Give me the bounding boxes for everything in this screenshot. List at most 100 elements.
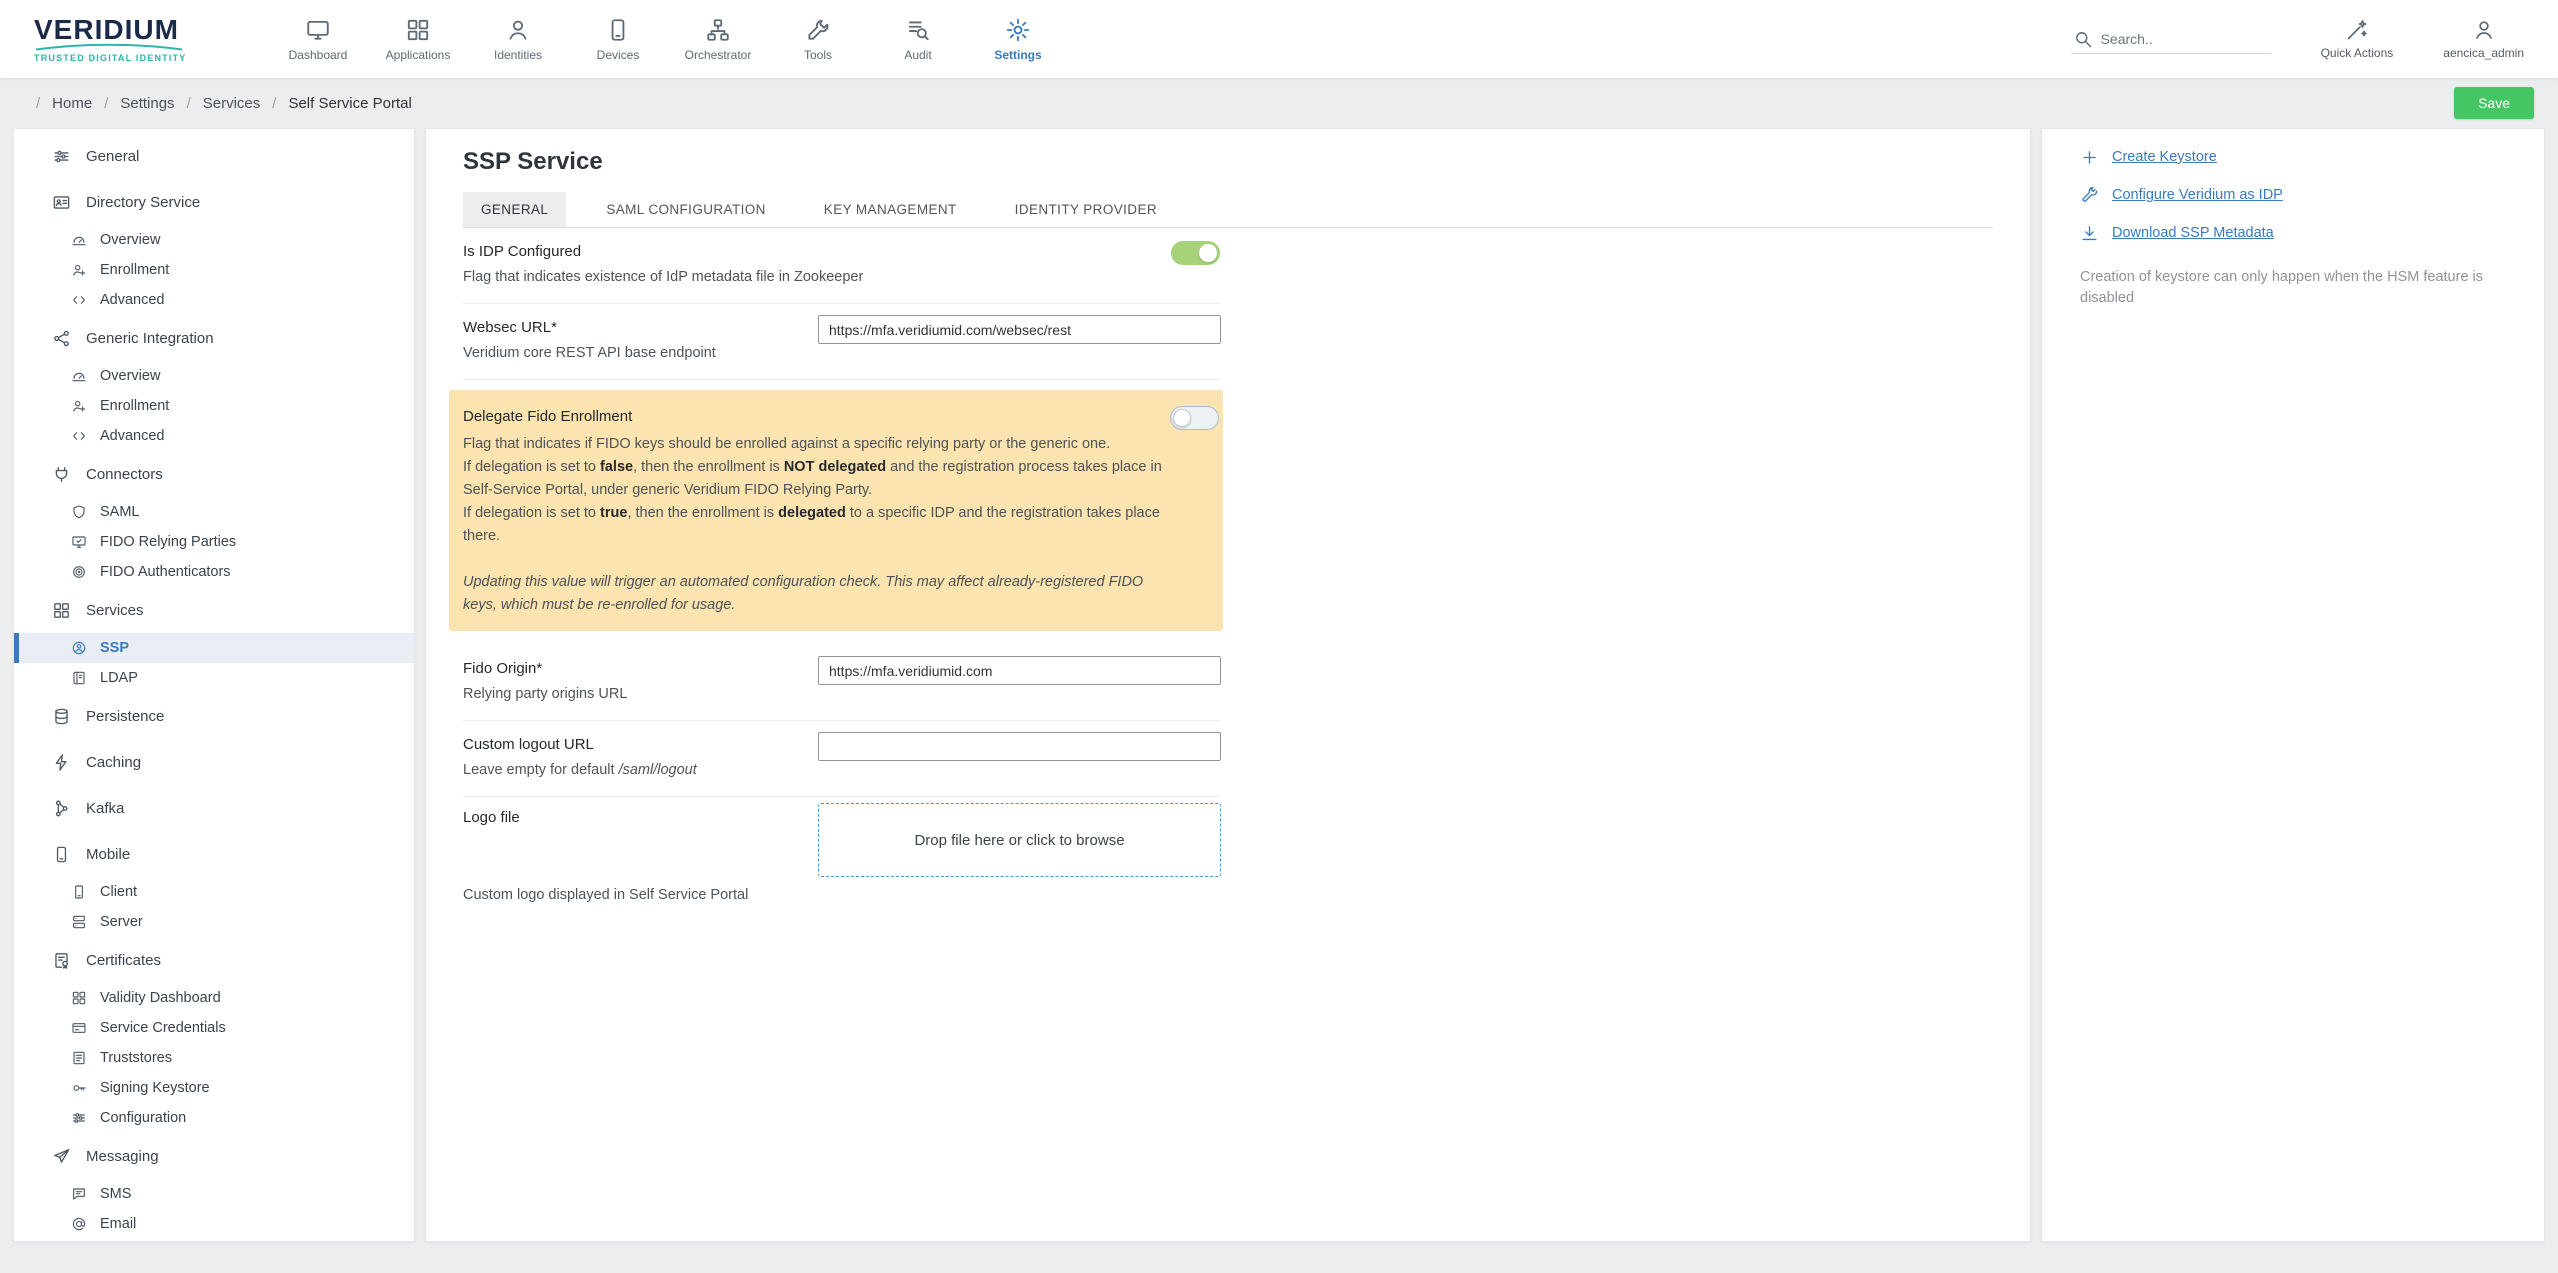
custom-logout-url-input[interactable]	[818, 732, 1221, 761]
tools-icon	[805, 17, 831, 43]
sidebar-item-fido-authenticators[interactable]: FIDO Authenticators	[14, 557, 414, 587]
quick-actions-button[interactable]: Quick Actions	[2321, 18, 2394, 60]
user-menu[interactable]: aencica_admin	[2443, 18, 2524, 60]
breadcrumb-link[interactable]: Self Service Portal	[288, 95, 411, 112]
sidebar-item-overview[interactable]: Overview	[14, 361, 414, 391]
save-button[interactable]: Save	[2454, 87, 2534, 119]
advanced-icon	[71, 292, 87, 308]
ldap-icon	[71, 670, 87, 686]
search-input[interactable]	[2101, 31, 2261, 47]
sidebar-item-client[interactable]: Client	[14, 877, 414, 907]
persistence-icon	[52, 707, 71, 726]
action-link-configure-veridium-as-idp[interactable]: Configure Veridium as IDP	[2080, 183, 2506, 207]
sidebar-item-kafka[interactable]: Kafka	[14, 785, 414, 831]
tab-key-management[interactable]: KEY MANAGEMENT	[806, 192, 975, 227]
nav-item-audit[interactable]: Audit	[868, 0, 968, 78]
field-custom-logout-url: Custom logout URL Leave empty for defaul…	[463, 721, 1221, 797]
field-description: Relying party origins URL	[463, 686, 1221, 703]
sidebar-item-persistence[interactable]: Persistence	[14, 693, 414, 739]
advanced-icon	[71, 428, 87, 444]
crumb-home: / Home	[24, 95, 92, 112]
is-idp-configured-toggle[interactable]	[1171, 241, 1220, 265]
nav-item-devices[interactable]: Devices	[568, 0, 668, 78]
tab-saml-configuration[interactable]: SAML CONFIGURATION	[588, 192, 783, 227]
crumb-self-service-portal: / Self Service Portal	[260, 95, 412, 112]
ssp-general-form: Is IDP Configured Flag that indicates ex…	[463, 228, 1221, 913]
breadcrumb: / Home / Settings / Services / Self Serv…	[24, 95, 412, 112]
keystore-note: Creation of keystore can only happen whe…	[2080, 267, 2506, 309]
breadcrumb-link[interactable]: Home	[52, 95, 92, 112]
sidebar-item-truststores[interactable]: Truststores	[14, 1043, 414, 1073]
breadcrumb-separator: /	[104, 95, 108, 112]
breadcrumb-link[interactable]: Services	[203, 95, 261, 112]
sidebar-item-advanced[interactable]: Advanced	[14, 285, 414, 315]
sidebar-item-mobile[interactable]: Mobile	[14, 831, 414, 877]
server-icon	[71, 914, 87, 930]
sidebar-item-ldap[interactable]: LDAP	[14, 663, 414, 693]
user-icon	[2472, 18, 2496, 42]
sidebar-item-overview[interactable]: Overview	[14, 225, 414, 255]
sidebar-item-configuration[interactable]: Configuration	[14, 1103, 414, 1133]
nav-item-identities[interactable]: Identities	[468, 0, 568, 78]
ssp-icon	[71, 640, 87, 656]
mobile-icon	[52, 845, 71, 864]
crumb-settings: / Settings	[92, 95, 174, 112]
sidebar-item-service-credentials[interactable]: Service Credentials	[14, 1013, 414, 1043]
sidebar-item-sms[interactable]: SMS	[14, 1179, 414, 1209]
field-is-idp-configured: Is IDP Configured Flag that indicates ex…	[463, 228, 1221, 304]
delegate-fido-enrollment-box: Delegate Fido Enrollment Flag that indic…	[449, 390, 1223, 631]
search-icon	[2073, 29, 2093, 49]
sidebar-item-ssp[interactable]: SSP	[14, 633, 414, 663]
sidebar-item-connectors[interactable]: Connectors	[14, 451, 414, 497]
field-description: Veridium core REST API base endpoint	[463, 345, 1221, 362]
veridium-logo[interactable]: VERIDIUM TRUSTED DIGITAL IDENTITY	[34, 16, 204, 63]
nav-item-settings[interactable]: Settings	[968, 0, 1068, 78]
sidebar-item-enrollment[interactable]: Enrollment	[14, 255, 414, 285]
sidebar-item-enrollment[interactable]: Enrollment	[14, 391, 414, 421]
websec-url-input[interactable]	[818, 315, 1221, 344]
sidebar-item-certificates[interactable]: Certificates	[14, 937, 414, 983]
quick-actions-label: Quick Actions	[2321, 46, 2394, 60]
field-websec-url: Websec URL* Veridium core REST API base …	[463, 304, 1221, 380]
sidebar-item-saml[interactable]: SAML	[14, 497, 414, 527]
actions-list: Create Keystore Configure Veridium as ID…	[2080, 145, 2506, 245]
breadcrumb-link[interactable]: Settings	[120, 95, 174, 112]
dashboard-icon	[305, 17, 331, 43]
sidebar-item-generic-integration[interactable]: Generic Integration	[14, 315, 414, 361]
sidebar-item-server[interactable]: Server	[14, 907, 414, 937]
logo-dropzone[interactable]: Drop file here or click to browse	[818, 803, 1221, 877]
tab-general[interactable]: GENERAL	[463, 192, 566, 227]
delegate-fido-enrollment-toggle[interactable]	[1170, 406, 1219, 430]
sms-icon	[71, 1186, 87, 1202]
sidebar-item-services[interactable]: Services	[14, 587, 414, 633]
fido-origin-input[interactable]	[818, 656, 1221, 685]
applications-icon	[405, 17, 431, 43]
generic-integration-icon	[52, 329, 71, 348]
saml-icon	[71, 504, 87, 520]
sidebar-item-caching[interactable]: Caching	[14, 739, 414, 785]
sidebar-item-fido-relying-parties[interactable]: FIDO Relying Parties	[14, 527, 414, 557]
sidebar-item-validity-dashboard[interactable]: Validity Dashboard	[14, 983, 414, 1013]
nav-item-applications[interactable]: Applications	[368, 0, 468, 78]
ssp-service-card: SSP Service GENERAL SAML CONFIGURATION K…	[425, 128, 2031, 1242]
sidebar-item-general[interactable]: General	[14, 133, 414, 179]
actions-panel: Create Keystore Configure Veridium as ID…	[2041, 128, 2545, 1242]
action-link-download-ssp-metadata[interactable]: Download SSP Metadata	[2080, 221, 2506, 245]
orchestrator-icon	[705, 17, 731, 43]
sidebar-item-messaging[interactable]: Messaging	[14, 1133, 414, 1179]
sidebar-item-directory-service[interactable]: Directory Service	[14, 179, 414, 225]
field-logo-file: Logo file Drop file here or click to bro…	[463, 797, 1221, 913]
action-link-create-keystore[interactable]: Create Keystore	[2080, 145, 2506, 169]
tab-bar: GENERAL SAML CONFIGURATION KEY MANAGEMEN…	[463, 192, 1993, 228]
settings-sidebar: General Directory Service Overview Enrol…	[13, 128, 415, 1242]
general-icon	[52, 147, 71, 166]
directory-service-icon	[52, 193, 71, 212]
sidebar-item-advanced[interactable]: Advanced	[14, 421, 414, 451]
nav-item-orchestrator[interactable]: Orchestrator	[668, 0, 768, 78]
nav-item-tools[interactable]: Tools	[768, 0, 868, 78]
nav-item-dashboard[interactable]: Dashboard	[268, 0, 368, 78]
sidebar-item-signing-keystore[interactable]: Signing Keystore	[14, 1073, 414, 1103]
toggle-knob	[1199, 244, 1217, 262]
sidebar-item-email[interactable]: Email	[14, 1209, 414, 1239]
tab-identity-provider[interactable]: IDENTITY PROVIDER	[997, 192, 1175, 227]
